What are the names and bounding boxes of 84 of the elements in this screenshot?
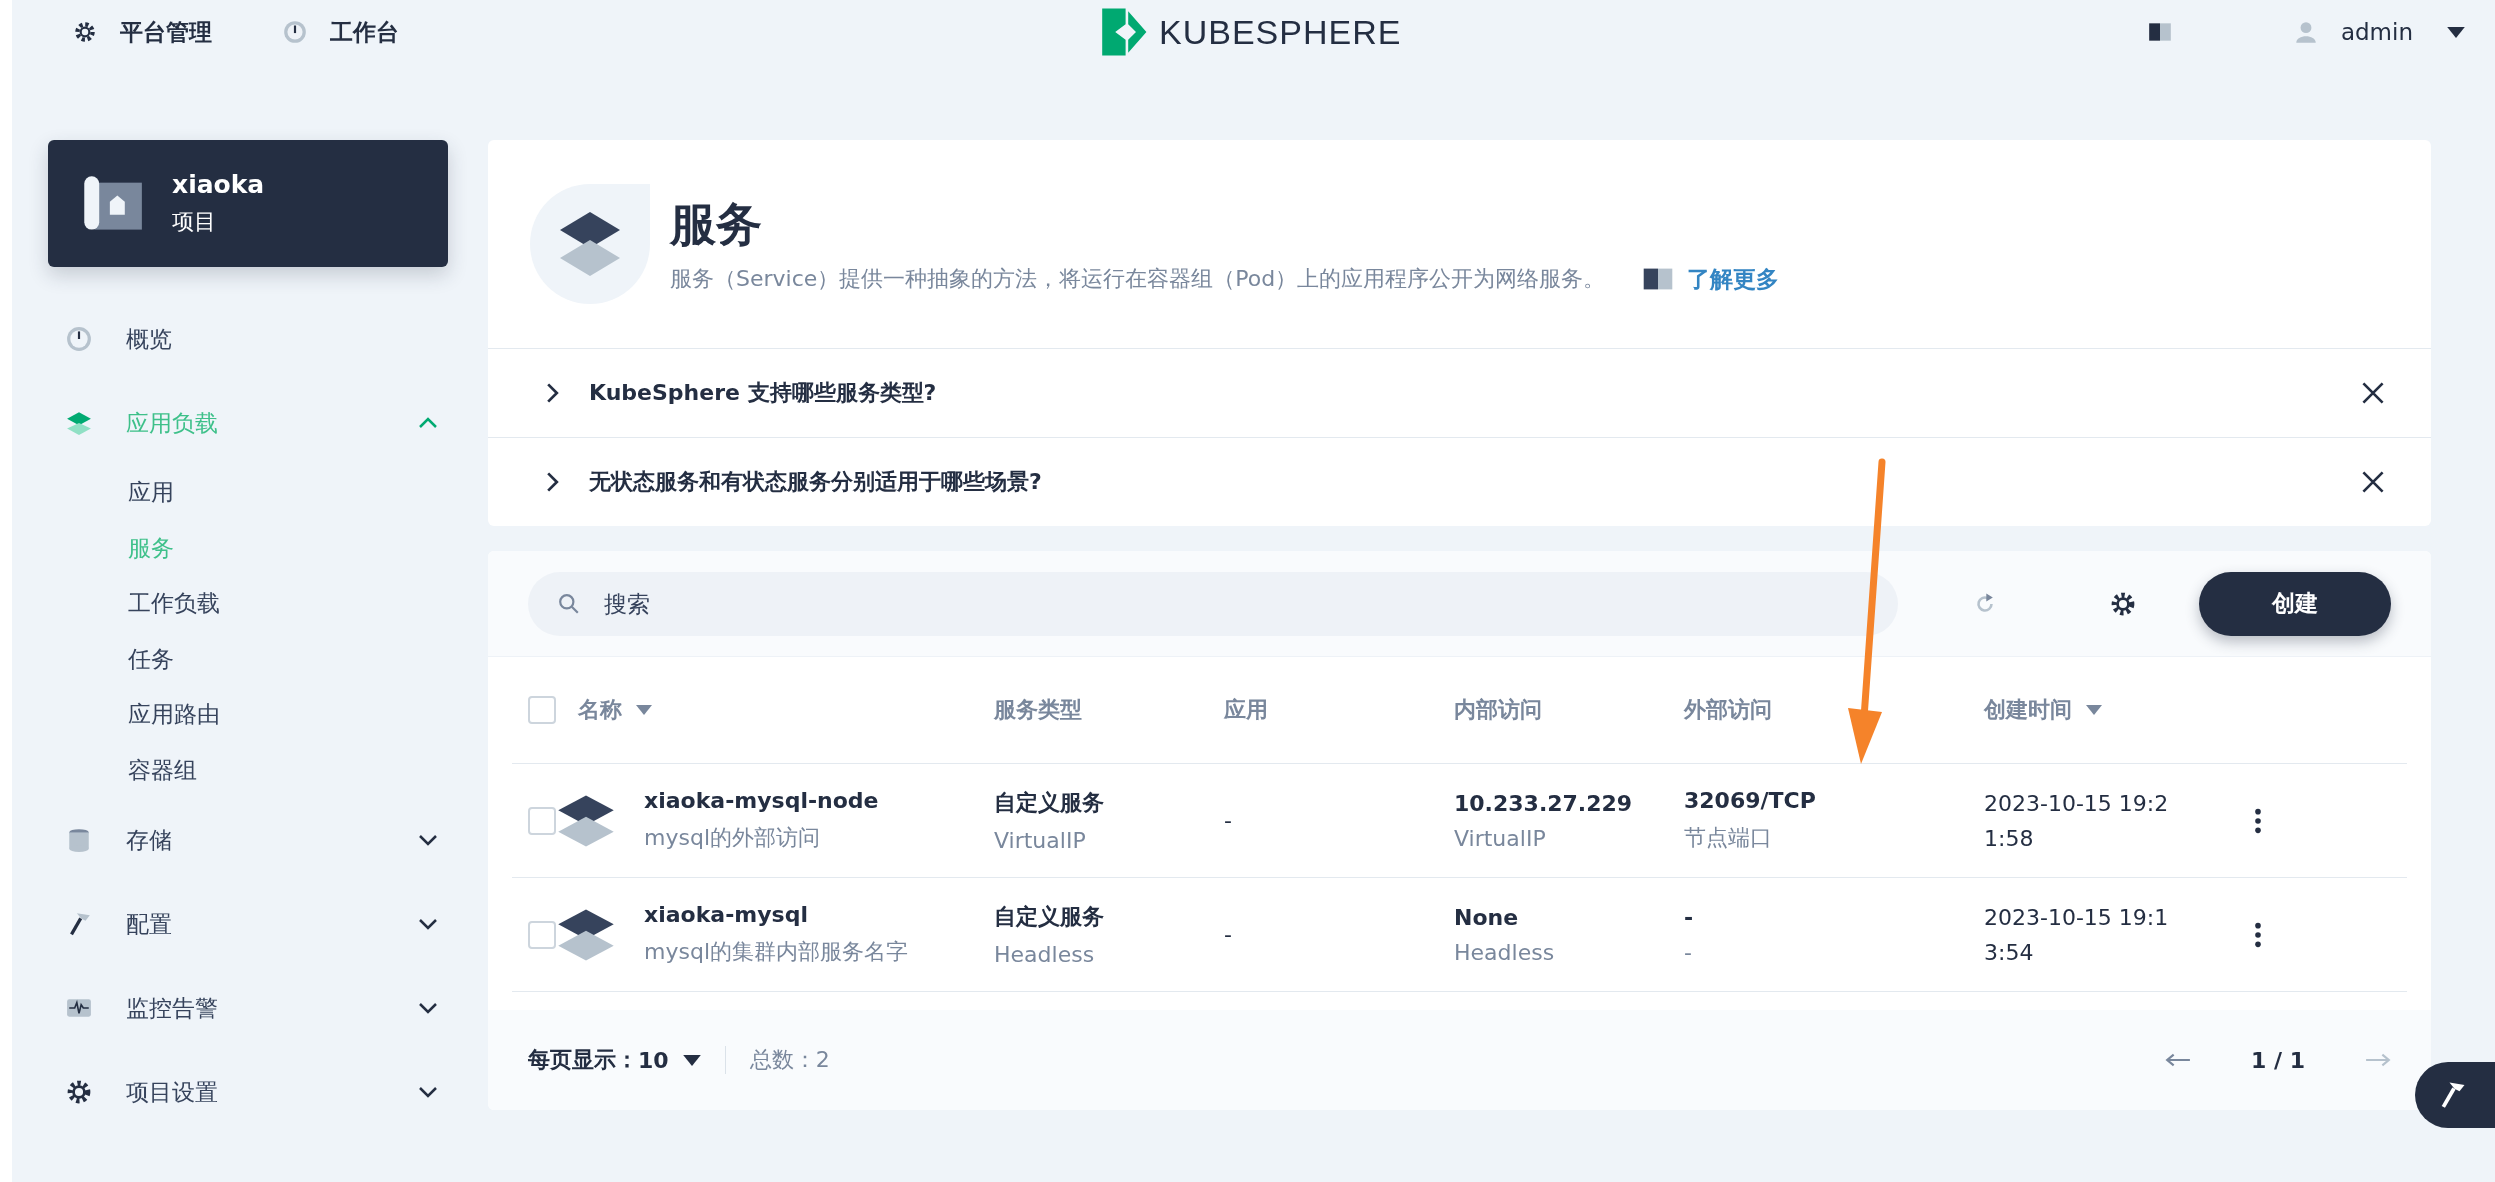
faq-item[interactable]: KubeSphere 支持哪些服务类型?	[488, 349, 2431, 438]
chevron-down-icon	[418, 834, 438, 846]
sort-caret-icon	[636, 705, 652, 715]
search-field[interactable]: 搜索	[528, 571, 1898, 636]
search-icon	[558, 592, 580, 615]
close-icon[interactable]	[2361, 470, 2385, 494]
caret-icon	[682, 1054, 701, 1066]
sidebar-subitem[interactable]: 应用路由	[48, 687, 448, 743]
sidebar-subitem[interactable]: 工作负载	[48, 576, 448, 632]
faq-item[interactable]: 无状态服务和有状态服务分别适用于哪些场景?	[488, 438, 2431, 526]
table-cell-text: 自定义服务	[994, 789, 1105, 817]
sidebar-item[interactable]: 配置	[48, 882, 448, 966]
settings-icon[interactable]	[2110, 590, 2136, 617]
chevron-down-icon	[418, 918, 438, 930]
nav-link[interactable]: 工作台	[282, 16, 399, 48]
total-count: 总数：2	[749, 1046, 830, 1074]
layers-icon	[530, 184, 650, 304]
learn-more-link[interactable]: 了解更多	[1641, 263, 1780, 295]
sidebar-subitem[interactable]: 容器组	[48, 742, 448, 798]
table-cell-text: Headless	[1454, 939, 1556, 965]
column-header[interactable]: 名称	[578, 695, 994, 725]
chevron-right-icon	[546, 471, 559, 493]
service-name-link[interactable]: xiaoka-mysql-node	[644, 788, 879, 813]
page-size-select[interactable]: 10	[638, 1047, 701, 1073]
create-button[interactable]: 创建	[2199, 571, 2391, 636]
table-cell-text: 3:54	[1984, 939, 2035, 965]
select-all-checkbox[interactable]	[528, 696, 556, 724]
table-cell-text: VirtualIP	[994, 828, 1087, 853]
tool-button[interactable]	[2415, 1062, 2495, 1128]
chevron-up-icon	[418, 417, 438, 429]
row-checkbox[interactable]	[528, 920, 556, 949]
sidebar-item[interactable]: 概览	[48, 297, 448, 381]
more-icon[interactable]	[2254, 920, 2262, 949]
table-cell-text: -	[1684, 904, 1695, 930]
table-cell-text: 10.233.27.229	[1454, 790, 1634, 816]
table-cell-text: 2023-10-15 19:2	[1984, 790, 2170, 816]
column-header[interactable]: 内部访问	[1454, 695, 1684, 725]
table-cell-text: 节点端口	[1684, 824, 1773, 852]
sidebar-item[interactable]: 存储	[48, 798, 448, 882]
chevron-right-icon	[546, 382, 559, 404]
dial-icon	[282, 19, 308, 45]
chevron-down-icon	[418, 1002, 438, 1014]
page-title: 服务	[670, 195, 763, 253]
layers-icon	[66, 410, 92, 436]
project-name: xiaoka	[172, 170, 265, 199]
service-description: mysql的外部访问	[644, 824, 821, 852]
user-menu[interactable]: admin	[2292, 19, 2465, 45]
logo[interactable]: KUBESPHERE	[1097, 4, 1402, 60]
table-cell-text: Headless	[994, 942, 1096, 967]
page-description: 服务（Service）提供一种抽象的方法，将运行在容器组（Pod）上的应用程序公开为网络服务。	[670, 265, 1606, 293]
service-description: mysql的集群内部服务名字	[644, 938, 908, 966]
caret-icon	[2447, 26, 2465, 38]
sidebar-subitem[interactable]: 任务	[48, 631, 448, 687]
sidebar-item[interactable]: 项目设置	[48, 1050, 448, 1134]
column-header[interactable]: 应用	[1224, 695, 1454, 725]
sort-caret-icon	[2086, 705, 2102, 715]
arrow-left-icon[interactable]	[2165, 1053, 2192, 1067]
close-icon[interactable]	[2361, 381, 2385, 405]
dial-icon	[66, 326, 92, 352]
database-icon	[66, 827, 92, 853]
project-type: 项目	[172, 208, 217, 236]
table-cell-text: -	[1684, 939, 1693, 965]
gear-icon	[66, 1079, 92, 1105]
page-indicator: 1 / 1	[2251, 1047, 2305, 1073]
table-cell-text: VirtualIP	[1454, 825, 1547, 851]
chevron-down-icon	[418, 1086, 438, 1098]
sidebar-subitem[interactable]: 应用	[48, 465, 448, 521]
sidebar-item[interactable]: 监控告警	[48, 966, 448, 1050]
table-cell-text: -	[1224, 922, 1233, 947]
table-cell-text: 2023-10-15 19:1	[1984, 904, 2170, 930]
table-cell-text: 自定义服务	[994, 903, 1105, 931]
column-header[interactable]: 外部访问	[1684, 695, 1984, 725]
gear-icon	[72, 19, 98, 45]
table-cell-text: 32069/TCP	[1684, 788, 1817, 813]
more-icon[interactable]	[2254, 806, 2262, 835]
column-header[interactable]: 创建时间	[1984, 695, 2214, 725]
table-cell-text: None	[1454, 904, 1520, 930]
row-checkbox[interactable]	[528, 806, 556, 835]
service-name-link[interactable]: xiaoka-mysql	[644, 902, 908, 927]
page-size-label: 每页显示：	[528, 1046, 638, 1074]
table-cell-text: 1:58	[1984, 825, 2035, 851]
table-cell-text: -	[1224, 808, 1233, 833]
nav-link[interactable]: 平台管理	[72, 16, 212, 48]
column-header[interactable]: 服务类型	[994, 695, 1224, 725]
